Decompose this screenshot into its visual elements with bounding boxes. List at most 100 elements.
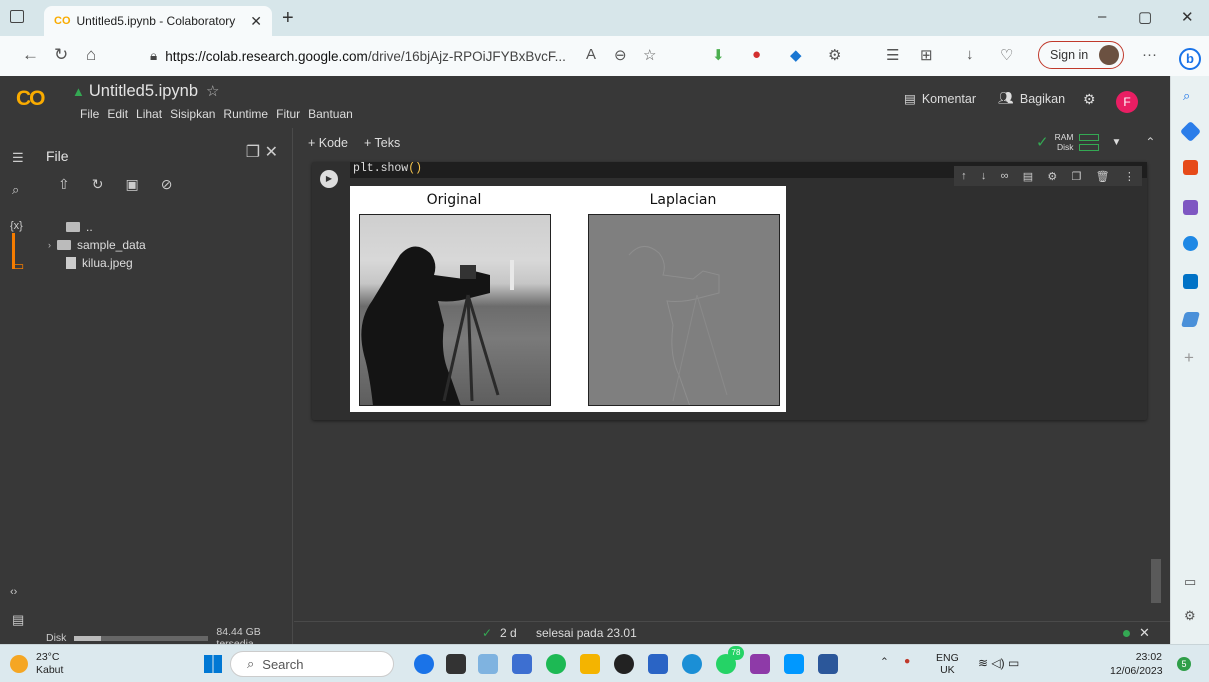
- close-panel-icon[interactable]: ❐ ✕: [246, 142, 278, 162]
- copilot-tools-icon[interactable]: [1183, 236, 1198, 251]
- table-of-contents-icon[interactable]: ☰: [12, 150, 24, 166]
- upload-icon[interactable]: ⇧: [58, 176, 70, 193]
- winrar-icon[interactable]: [750, 654, 770, 674]
- address-bar[interactable]: 🔒︎ https://colab.research.google.com/dri…: [150, 41, 690, 71]
- runtime-dropdown-icon[interactable]: ▼: [1111, 137, 1121, 148]
- tray-overflow-icon[interactable]: ⌃: [880, 656, 889, 668]
- send-icon[interactable]: [1180, 312, 1201, 327]
- extension-c-icon[interactable]: ●: [752, 46, 761, 63]
- zoom-icon[interactable]: ⊖: [614, 46, 627, 64]
- code-snippets-icon[interactable]: ‹›: [10, 586, 17, 598]
- bing-copilot-icon[interactable]: b: [1179, 48, 1201, 70]
- weather-sun-icon[interactable]: [10, 655, 28, 673]
- tag-icon[interactable]: [1179, 120, 1202, 143]
- collapse-header-icon[interactable]: ⌃: [1145, 135, 1155, 149]
- menu-help[interactable]: Bantuan: [308, 107, 353, 121]
- extension-download-icon[interactable]: ⬇: [712, 46, 725, 64]
- sign-in-button[interactable]: Sign in: [1038, 41, 1124, 69]
- mirror-cell-icon[interactable]: ❐: [1072, 170, 1082, 183]
- comment-button[interactable]: ▤ Komentar: [904, 91, 976, 107]
- more-cell-icon[interactable]: ⋮: [1124, 170, 1135, 183]
- taskbar-clock[interactable]: 23:02 12/06/2023: [1110, 650, 1163, 678]
- cell-settings-icon[interactable]: ⚙: [1047, 170, 1057, 183]
- refresh-icon[interactable]: ↻: [54, 45, 68, 65]
- language-indicator[interactable]: ENG UK: [936, 652, 959, 676]
- code-cell[interactable]: ▶ plt.show() ↑ ↓ ∞ ▤ ⚙ ❐ 🗑︎ ⋮ Original L…: [312, 162, 1147, 420]
- add-sidebar-icon[interactable]: +: [1184, 348, 1194, 368]
- tab-actions-icon[interactable]: [10, 10, 24, 23]
- sidebar-settings-icon[interactable]: ⚙: [1184, 608, 1196, 624]
- notebook-scrollbar[interactable]: [1151, 559, 1161, 603]
- vscode-icon[interactable]: [784, 654, 804, 674]
- link-icon[interactable]: ∞: [1001, 170, 1009, 182]
- move-down-icon[interactable]: ↓: [981, 170, 987, 182]
- menu-view[interactable]: Lihat: [136, 107, 162, 121]
- store-icon[interactable]: [648, 654, 668, 674]
- edge-icon[interactable]: [682, 654, 702, 674]
- search-icon[interactable]: ⌕: [1183, 88, 1190, 104]
- outlook-icon[interactable]: [1183, 274, 1198, 289]
- add-text-button[interactable]: + Teks: [364, 136, 400, 150]
- home-icon[interactable]: ⌂: [86, 45, 96, 65]
- weather-widget[interactable]: 23°C Kabut: [36, 651, 106, 677]
- notification-badge[interactable]: 5: [1177, 657, 1191, 671]
- browser-tab[interactable]: CO Untitled5.ipynb - Colaboratory ✕: [44, 6, 272, 36]
- taskbar-search[interactable]: ⌕ Search: [230, 651, 394, 677]
- add-code-button[interactable]: + Kode: [308, 136, 348, 150]
- settings-gear-icon[interactable]: ⚙: [1083, 91, 1096, 108]
- word-icon[interactable]: [818, 654, 838, 674]
- close-window-icon[interactable]: ✕: [1181, 8, 1194, 26]
- new-tab-icon[interactable]: +: [282, 7, 294, 30]
- close-status-icon[interactable]: ✕: [1139, 625, 1150, 641]
- tree-item-parent[interactable]: ..: [66, 220, 93, 234]
- delete-cell-icon[interactable]: 🗑︎: [1096, 170, 1110, 183]
- back-icon[interactable]: ←: [22, 45, 39, 65]
- chevron-right-icon[interactable]: ›: [48, 240, 51, 250]
- spotify-icon[interactable]: [546, 654, 566, 674]
- wifi-volume-battery-icons[interactable]: ≋ ◁) ▭: [978, 656, 1019, 670]
- notepad-icon[interactable]: [512, 654, 532, 674]
- extension-arrow-icon[interactable]: ◆: [790, 46, 802, 64]
- games-icon[interactable]: [1183, 200, 1198, 215]
- more-menu-icon[interactable]: ···: [1142, 46, 1157, 63]
- shopping-icon[interactable]: [1183, 160, 1198, 175]
- file-explorer-icon[interactable]: [580, 654, 600, 674]
- resources-indicator[interactable]: ✓ RAM Disk ▼ ⌃: [1036, 132, 1155, 152]
- task-view-icon[interactable]: [446, 654, 466, 674]
- find-icon[interactable]: ⌕: [12, 182, 19, 198]
- downloads-icon[interactable]: ↓: [966, 46, 974, 63]
- close-tab-icon[interactable]: ✕: [250, 13, 262, 30]
- restore-icon[interactable]: ▢: [1138, 8, 1152, 26]
- hide-files-icon[interactable]: ⊘: [161, 176, 173, 193]
- run-cell-button[interactable]: ▶: [320, 170, 338, 188]
- status-duration[interactable]: 2 d: [500, 626, 517, 640]
- hide-sidebar-icon[interactable]: ▭: [1184, 574, 1196, 590]
- notebook-title[interactable]: Untitled5.ipynb: [89, 82, 198, 100]
- menu-edit[interactable]: Edit: [107, 107, 128, 121]
- tree-item-sample-data[interactable]: › sample_data: [48, 238, 146, 252]
- collections-icon[interactable]: ⊞: [920, 46, 933, 64]
- user-avatar[interactable]: F: [1116, 91, 1138, 113]
- command-palette-icon[interactable]: ▤: [12, 612, 24, 628]
- menu-runtime[interactable]: Runtime: [223, 107, 268, 121]
- star-icon[interactable]: ☆: [206, 83, 219, 100]
- colab-logo[interactable]: CO: [16, 87, 45, 111]
- tray-app-icon[interactable]: ●: [904, 655, 910, 667]
- variables-icon[interactable]: {x}: [10, 220, 23, 232]
- windows-start-icon[interactable]: [204, 655, 222, 673]
- minimize-icon[interactable]: –: [1098, 8, 1106, 25]
- widgets-icon[interactable]: [478, 654, 498, 674]
- menu-insert[interactable]: Sisipkan: [170, 107, 215, 121]
- files-folder-icon[interactable]: ▭: [12, 258, 24, 274]
- comment-cell-icon[interactable]: ▤: [1023, 170, 1033, 183]
- refresh-files-icon[interactable]: ↻: [92, 176, 104, 193]
- read-aloud-icon[interactable]: A: [586, 46, 596, 63]
- bing-app-icon[interactable]: [414, 654, 434, 674]
- favorites-icon[interactable]: ☰: [886, 46, 899, 64]
- menu-tools[interactable]: Fitur: [276, 107, 300, 121]
- tree-item-kilua[interactable]: kilua.jpeg: [66, 256, 133, 270]
- obs-icon[interactable]: [614, 654, 634, 674]
- share-button[interactable]: 👥︎ Bagikan: [998, 91, 1065, 106]
- menu-file[interactable]: File: [80, 107, 99, 121]
- extensions-puzzle-icon[interactable]: ⚙: [828, 46, 841, 64]
